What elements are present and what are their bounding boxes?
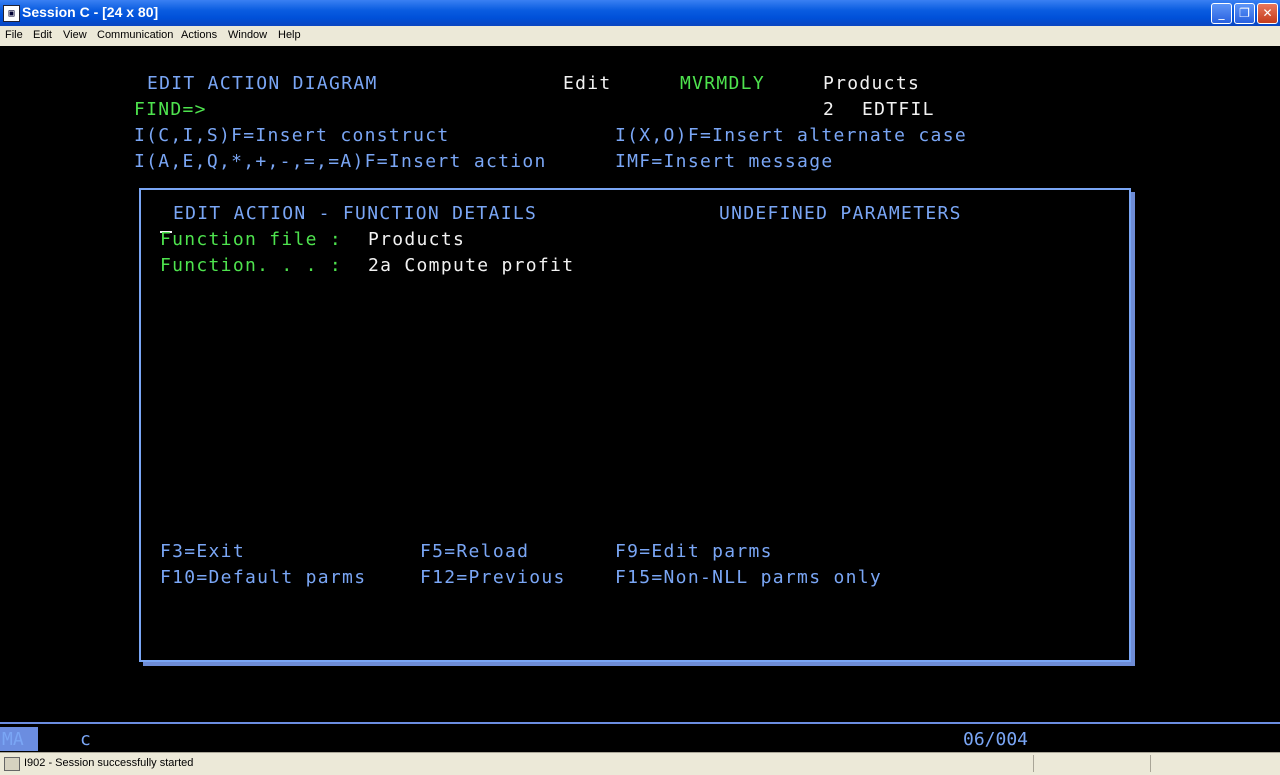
cursor-position: 06/004 [963,729,1029,750]
key-f15-non-nll-parms[interactable]: F15=Non-NLL parms only [615,566,882,590]
screen-title: EDIT ACTION DIAGRAM [147,73,378,94]
title-bar[interactable]: ▣ Session C - [24 x 80] _ ❐ ✕ [0,0,1280,26]
status-separator [1033,755,1034,772]
menu-help[interactable]: Help [278,29,301,41]
hint-insert-construct: I(C,I,S)F=Insert construct [134,125,450,146]
menu-communication[interactable]: Communication [97,29,173,41]
maximize-icon[interactable]: ❐ [1234,3,1255,24]
hint-insert-action: I(A,E,Q,*,+,-,=,=A)F=Insert action [134,151,547,172]
key-f10-default-parms[interactable]: F10=Default parms [160,566,366,590]
window-title: Session C - [24 x 80] [22,4,159,20]
minimize-icon[interactable]: _ [1211,3,1232,24]
menu-actions[interactable]: Actions [181,29,217,41]
program-name: MVRMDLY [680,73,765,94]
function-file-label: Function file : [160,229,343,250]
operator-info-area: MA c 06/004 [0,722,1280,754]
key-f12-previous[interactable]: F12=Previous [420,566,566,590]
popup-title: EDIT ACTION - FUNCTION DETAILS [173,203,538,224]
menu-view[interactable]: View [63,29,87,41]
connection-indicator: c [80,729,91,750]
emulator-icon[interactable]: ▣ [3,5,20,22]
status-separator [1150,755,1151,772]
file-name: Products [823,73,921,94]
key-f3-exit[interactable]: F3=Exit [160,540,245,564]
hint-insert-message: IMF=Insert message [615,151,834,172]
ma-indicator: MA [2,729,24,750]
hint-insert-alternate-case: I(X,O)F=Insert alternate case [615,125,967,146]
function-type: EDTFIL [862,99,935,120]
mode-label: Edit [563,73,612,94]
level-number: 2 [823,99,836,120]
find-input[interactable] [212,98,612,122]
session-status-icon [4,757,20,771]
menu-window[interactable]: Window [228,29,267,41]
status-bar: I902 - Session successfully started [0,752,1280,775]
popup-subtitle: UNDEFINED PARAMETERS [719,203,962,224]
function-file-value: Products [368,229,466,250]
find-label: FIND=> [134,99,207,120]
key-f5-reload[interactable]: F5=Reload [420,540,529,564]
function-value: 2a Compute profit [368,255,575,276]
menu-bar: File Edit View Communication Actions Win… [0,26,1280,47]
close-icon[interactable]: ✕ [1257,3,1278,24]
terminal-screen[interactable]: EDIT ACTION DIAGRAM Edit MVRMDLY Product… [0,46,1280,723]
key-f9-edit-parms[interactable]: F9=Edit parms [615,540,773,564]
status-message: I902 - Session successfully started [24,757,194,769]
function-label: Function. . . : [160,255,343,276]
menu-file[interactable]: File [5,29,23,41]
menu-edit[interactable]: Edit [33,29,52,41]
